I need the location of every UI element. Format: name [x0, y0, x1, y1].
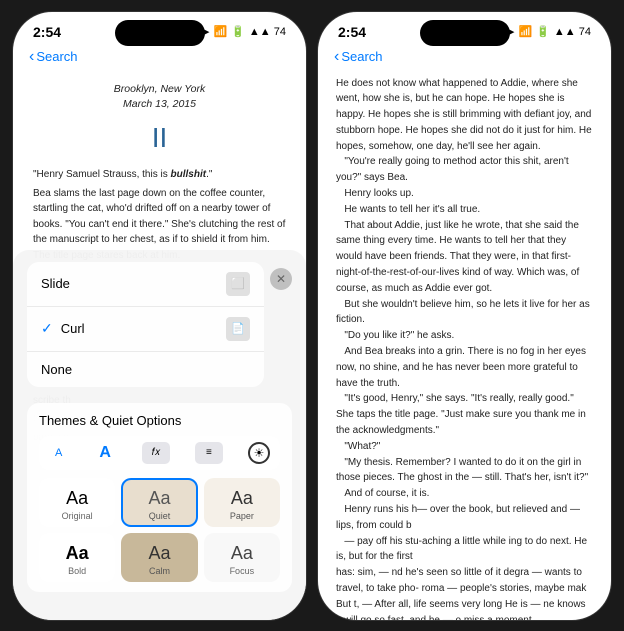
theme-quiet[interactable]: Aa Quiet	[121, 478, 197, 527]
none-label: None	[41, 362, 72, 377]
themes-header: Themes & Quiet Options	[39, 413, 280, 428]
book-header: Brooklyn, New York March 13, 2015 II	[33, 82, 286, 160]
theme-original-aa: Aa	[66, 488, 88, 509]
right-para-13: Henry runs his h— over the book, but rel…	[336, 502, 593, 534]
theme-calm-aa: Aa	[148, 543, 170, 564]
theme-focus[interactable]: Aa Focus	[204, 533, 280, 582]
right-para-3: Henry looks up.	[336, 186, 593, 202]
theme-paper-name: Paper	[230, 511, 254, 521]
right-para-2: "You're really going to method actor thi…	[336, 154, 593, 186]
themes-title: Themes & Quiet Options	[39, 413, 181, 428]
slide-option-curl[interactable]: ✓ Curl 📄	[27, 307, 264, 352]
theme-bold-name: Bold	[68, 566, 86, 576]
right-para-1: He does not know what happened to Addie,…	[336, 76, 593, 155]
theme-focus-aa: Aa	[231, 543, 253, 564]
font-style-icon[interactable]: 𝑓𝑥	[142, 442, 170, 464]
right-book-content: He does not know what happened to Addie,…	[318, 72, 611, 620]
slide-icon: ⬜	[226, 272, 250, 296]
brightness-icon[interactable]: ☀	[248, 442, 270, 464]
right-phone: 2:54 ●●● ▶ 📶 🔋 ▲▲ 74 ‹ Search He does no…	[317, 11, 612, 621]
checkmark-icon: ✓	[41, 320, 53, 337]
right-para-11: "My thesis. Remember? I wanted to do it …	[336, 455, 593, 487]
dynamic-island	[115, 20, 205, 46]
theme-bold[interactable]: Aa Bold	[39, 533, 115, 582]
theme-original-name: Original	[62, 511, 93, 521]
left-nav-back[interactable]: ‹ Search	[29, 48, 78, 66]
curl-label: Curl	[61, 321, 85, 336]
right-para-12: And of course, it is.	[336, 486, 593, 502]
theme-original[interactable]: Aa Original	[39, 478, 115, 527]
quote-text: "Henry Samuel Strauss, this is bullshit.…	[33, 169, 212, 180]
close-btn-container: ✕	[270, 262, 292, 395]
theme-calm[interactable]: Aa Calm	[121, 533, 197, 582]
theme-grid: Aa Original Aa Quiet Aa	[39, 478, 280, 582]
theme-quiet-aa: Aa	[148, 488, 170, 509]
theme-focus-name: Focus	[230, 566, 255, 576]
font-decrease-button[interactable]: A	[49, 445, 68, 461]
right-dynamic-island	[420, 20, 510, 46]
right-back-arrow-icon: ‹	[334, 48, 339, 66]
left-nav-bar: ‹ Search	[13, 44, 306, 72]
themes-section: Themes & Quiet Options A A 𝑓𝑥 ≡ ☀	[27, 403, 292, 592]
right-nav-back[interactable]: ‹ Search	[334, 48, 383, 66]
slide-label: Slide	[41, 276, 70, 291]
left-status-time: 2:54	[33, 24, 61, 40]
overlay-panel: Slide ⬜ ✓ Curl 📄	[13, 250, 306, 620]
font-increase-button[interactable]: A	[93, 442, 117, 464]
theme-bold-aa: Aa	[66, 543, 89, 564]
font-controls: A A 𝑓𝑥 ≡ ☀	[39, 436, 280, 470]
slide-options-list: Slide ⬜ ✓ Curl 📄	[27, 262, 264, 387]
font-align-icon[interactable]: ≡	[195, 442, 223, 464]
chapter-number: II	[33, 117, 286, 159]
book-location: Brooklyn, New York March 13, 2015	[33, 82, 286, 114]
right-status-time: 2:54	[338, 24, 366, 40]
right-para-7: "Do you like it?" he asks.	[336, 328, 593, 344]
right-para-15: has: sim, — nd he's seen so little of it…	[336, 565, 593, 619]
curl-icon: 📄	[226, 317, 250, 341]
close-button[interactable]: ✕	[270, 268, 292, 290]
slide-option-none[interactable]: None	[27, 352, 264, 387]
left-back-arrow-icon: ‹	[29, 48, 34, 66]
slide-options-row: Slide ⬜ ✓ Curl 📄	[27, 262, 292, 395]
right-para-8: And Bea breaks into a grin. There is no …	[336, 344, 593, 391]
theme-paper[interactable]: Aa Paper	[204, 478, 280, 527]
right-para-6: But she wouldn't believe him, so he lets…	[336, 297, 593, 329]
right-para-14: — pay off his stu-aching a little while …	[336, 534, 593, 566]
right-para-4: He wants to tell her it's all true.	[336, 202, 593, 218]
right-para-5: That about Addie, just like he wrote, th…	[336, 218, 593, 297]
theme-calm-name: Calm	[149, 566, 170, 576]
right-para-9: "It's good, Henry," she says. "It's real…	[336, 391, 593, 438]
right-para-10: "What?"	[336, 439, 593, 455]
theme-paper-aa: Aa	[231, 488, 253, 509]
slide-option-slide[interactable]: Slide ⬜	[27, 262, 264, 307]
left-phone: 2:54 ●●● ▶ 📶 🔋 ▲▲ 74 ‹ Search Br	[12, 11, 307, 621]
right-nav-bar: ‹ Search	[318, 44, 611, 72]
phones-container: 2:54 ●●● ▶ 📶 🔋 ▲▲ 74 ‹ Search Br	[12, 11, 612, 621]
theme-quiet-name: Quiet	[149, 511, 171, 521]
